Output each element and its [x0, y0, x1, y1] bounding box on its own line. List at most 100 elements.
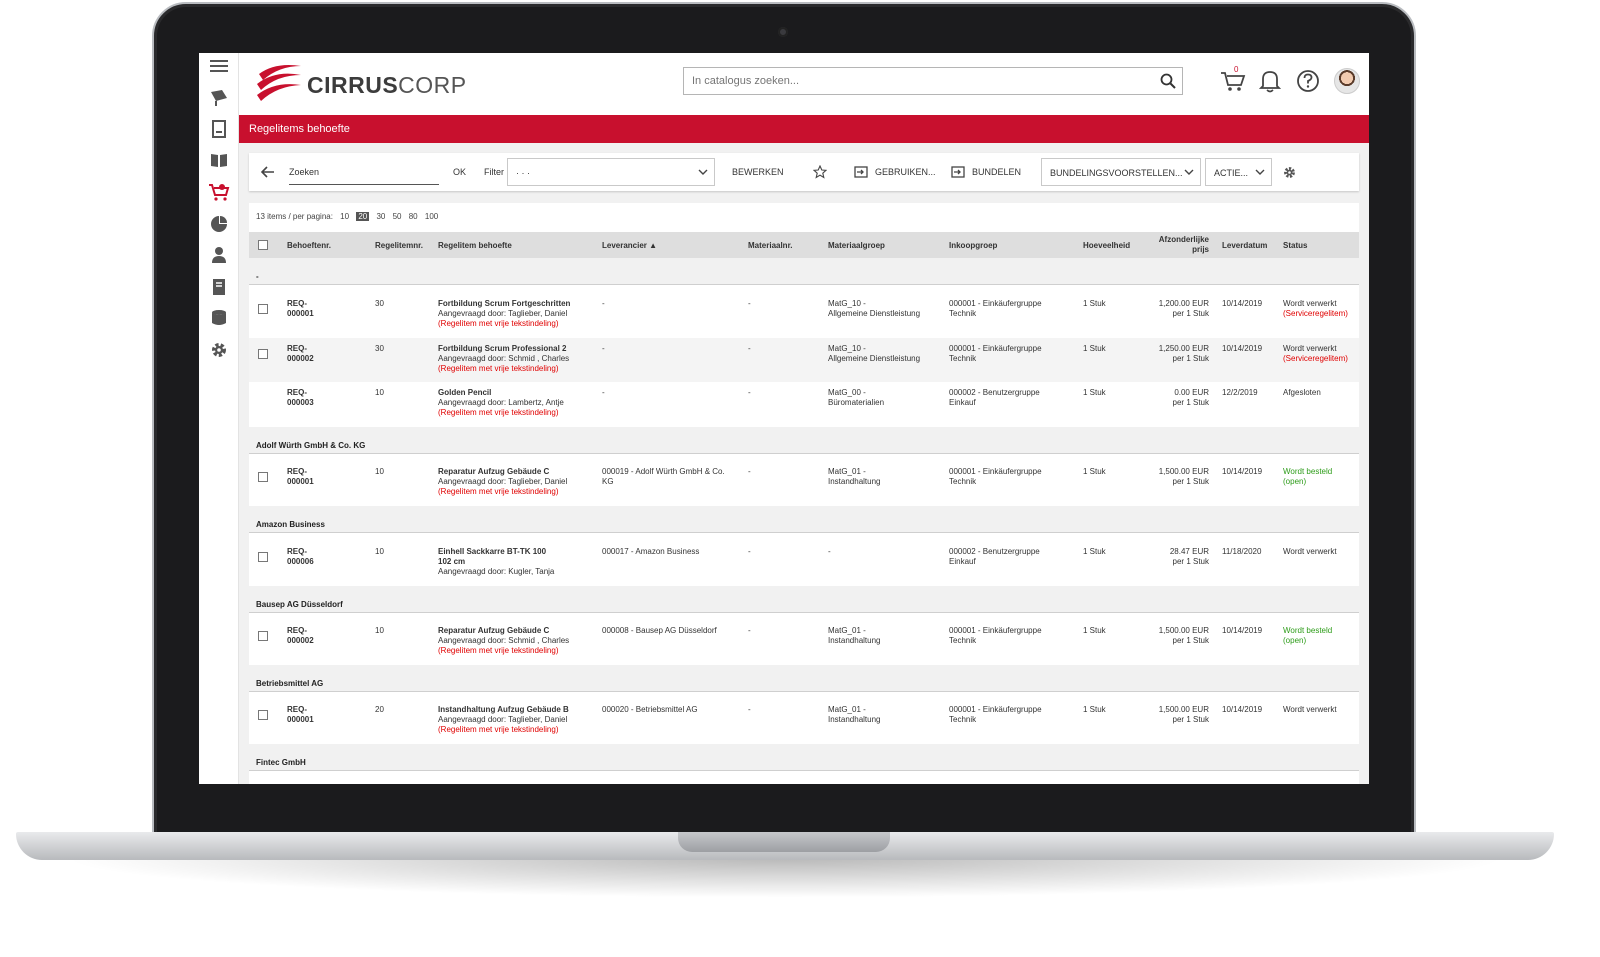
database-icon[interactable]: [207, 307, 231, 329]
item-description[interactable]: Fortbildung Scrum Professional 2 Aangevra…: [438, 344, 598, 374]
table-row[interactable]: REQ- 000001 20 Instandhaltung Aufzug Gebäud…: [249, 699, 1359, 743]
table-row[interactable]: REQ- 000006 10 Einhell Sackkarre BT-TK 100 1…: [249, 541, 1359, 585]
row-checkbox[interactable]: [258, 552, 268, 562]
col-price[interactable]: Afzonderlijke prijs: [1129, 235, 1209, 255]
quantity: 1 Stuk: [1083, 299, 1106, 308]
pagination: 13 items / per pagina: 10 20 30 50 80 10…: [256, 212, 438, 221]
table-row[interactable]: REQ- 000001 10 Reparatur Aufzug Gebäude C Aa…: [249, 461, 1359, 505]
col-supplier[interactable]: Leverancier ▲: [602, 241, 657, 250]
select-all-checkbox[interactable]: [258, 240, 268, 250]
catalog-search[interactable]: [683, 67, 1183, 95]
req-number[interactable]: REQ- 000003: [287, 388, 314, 408]
col-status[interactable]: Status: [1283, 241, 1307, 250]
page-size-option-selected[interactable]: 20: [356, 212, 370, 221]
supplier-line1: 000019 - Adolf Würth GmbH & Co.: [602, 467, 725, 476]
item-description[interactable]: Reparatur Aufzug Gebäude C Aangevraagd do…: [438, 467, 598, 497]
catalog-icon[interactable]: [207, 87, 231, 109]
table-row[interactable]: REQ- 000002 10 Reparatur Aufzug Gebäude C Aa…: [249, 620, 1359, 664]
col-purchgroup[interactable]: Inkoopgroep: [949, 241, 997, 250]
status-detail: (Serviceregelitem): [1283, 309, 1348, 318]
catalog-search-input[interactable]: [684, 68, 1144, 94]
req-number[interactable]: REQ- 000006: [287, 547, 314, 567]
actions-select[interactable]: ACTIE...: [1205, 158, 1272, 186]
header: CIRRUSCORP 0: [239, 53, 1369, 115]
document-icon[interactable]: [207, 118, 231, 140]
item-description[interactable]: Einhell Sackkarre BT-TK 100 102 cm Aangevr…: [438, 547, 598, 577]
page-size-option[interactable]: 10: [340, 212, 349, 221]
status-text: Wordt verwerkt: [1283, 547, 1337, 556]
status-text: Wordt besteld: [1283, 626, 1333, 635]
unit-price-per: per 1 Stuk: [1172, 477, 1209, 486]
table-row[interactable]: REQ- 000001 30 Fortbildung Scrum Fortgeschr…: [249, 293, 1359, 337]
bundle-button[interactable]: BUNDELEN: [972, 167, 1021, 177]
notes-icon[interactable]: [207, 276, 231, 298]
group-header: Amazon Business: [249, 506, 1359, 533]
book-icon[interactable]: [207, 149, 231, 171]
group-header: Fintec GmbH: [249, 744, 1359, 771]
search-field[interactable]: Zoeken: [289, 161, 439, 185]
row-checkbox[interactable]: [258, 472, 268, 482]
table-row[interactable]: REQ- 000002 30 Fortbildung Scrum Profession…: [249, 338, 1359, 382]
logo-light: CORP: [398, 72, 467, 98]
req-number[interactable]: REQ- 000002: [287, 626, 314, 646]
use-button[interactable]: GEBRUIKEN...: [875, 167, 936, 177]
col-date[interactable]: Leverdatum: [1222, 241, 1267, 250]
line-number: 10: [375, 626, 384, 635]
page-size-option[interactable]: 80: [409, 212, 418, 221]
req-number[interactable]: REQ- 000001: [287, 467, 314, 487]
col-item[interactable]: Regelitem behoefte: [438, 241, 512, 250]
table-row[interactable]: REQ- 000003 10 Golden Pencil Aangevraagd doo…: [249, 382, 1359, 426]
row-checkbox[interactable]: [258, 710, 268, 720]
material-group-line1: MatG_01 -: [828, 705, 866, 714]
filter-select[interactable]: · · ·: [507, 158, 715, 186]
page-size-option[interactable]: 100: [425, 212, 438, 221]
req-number[interactable]: REQ- 000001: [287, 705, 314, 725]
items-summary: 13 items / per pagina:: [256, 212, 333, 221]
req-number[interactable]: REQ- 000001: [287, 299, 314, 319]
group-name: Bausep AG Düsseldorf: [256, 600, 343, 609]
help-button[interactable]: [1296, 69, 1320, 93]
item-description[interactable]: Fortbildung Scrum Fortgeschritten Aangevr…: [438, 299, 598, 329]
col-req[interactable]: Behoeftenr.: [287, 241, 331, 250]
settings-gear-icon[interactable]: [1283, 166, 1296, 179]
status-detail: (Serviceregelitem): [1283, 354, 1348, 363]
row-checkbox[interactable]: [258, 349, 268, 359]
item-description[interactable]: Reparatur Aufzug Gebäude C Aangevraagd do…: [438, 626, 598, 656]
group-header: -: [249, 258, 1359, 285]
page-size-option[interactable]: 30: [376, 212, 385, 221]
results-panel: 13 items / per pagina: 10 20 30 50 80 10…: [249, 203, 1359, 784]
col-matgroup[interactable]: Materiaalgroep: [828, 241, 885, 250]
req-number-value: 000003: [287, 398, 314, 407]
col-qty[interactable]: Hoeveelheid: [1083, 241, 1130, 250]
star-icon[interactable]: [813, 165, 827, 179]
col-line[interactable]: Regelitemnr.: [375, 241, 423, 250]
pie-chart-icon[interactable]: [207, 213, 231, 235]
user-avatar[interactable]: [1334, 68, 1360, 94]
filter-label: Filter: [484, 167, 504, 177]
cart-button[interactable]: 0: [1220, 65, 1246, 93]
material-group-line1: MatG_01 -: [828, 626, 866, 635]
edit-button[interactable]: BEWERKEN: [732, 167, 784, 177]
col-material[interactable]: Materiaalnr.: [748, 241, 792, 250]
gear-icon[interactable]: [207, 339, 231, 361]
item-description[interactable]: Golden Pencil Aangevraagd door: Lambertz,…: [438, 388, 598, 418]
material-group-line1: MatG_01 -: [828, 467, 866, 476]
cirruscorp-logo[interactable]: CIRRUSCORP: [255, 60, 466, 104]
row-checkbox[interactable]: [258, 304, 268, 314]
purchasing-group: 000001 - Einkäufergruppe Technik: [949, 299, 1042, 319]
search-icon[interactable]: [1160, 73, 1176, 89]
supplier: -: [602, 344, 605, 354]
quantity: 1 Stuk: [1083, 467, 1106, 476]
ok-button[interactable]: OK: [453, 167, 466, 177]
row-checkbox[interactable]: [258, 631, 268, 641]
quantity: 1 Stuk: [1083, 626, 1106, 635]
notifications-button[interactable]: [1258, 69, 1283, 93]
req-number[interactable]: REQ- 000002: [287, 344, 314, 364]
cart-icon[interactable]: [207, 181, 231, 203]
menu-icon[interactable]: [207, 55, 231, 77]
bundle-suggestions-select[interactable]: BUNDELINGSVOORSTELLEN...: [1041, 158, 1201, 186]
back-arrow-icon[interactable]: [261, 166, 275, 178]
item-description[interactable]: Instandhaltung Aufzug Gebäude B Aangevraa…: [438, 705, 598, 735]
page-size-option[interactable]: 50: [393, 212, 402, 221]
user-icon[interactable]: [207, 244, 231, 266]
